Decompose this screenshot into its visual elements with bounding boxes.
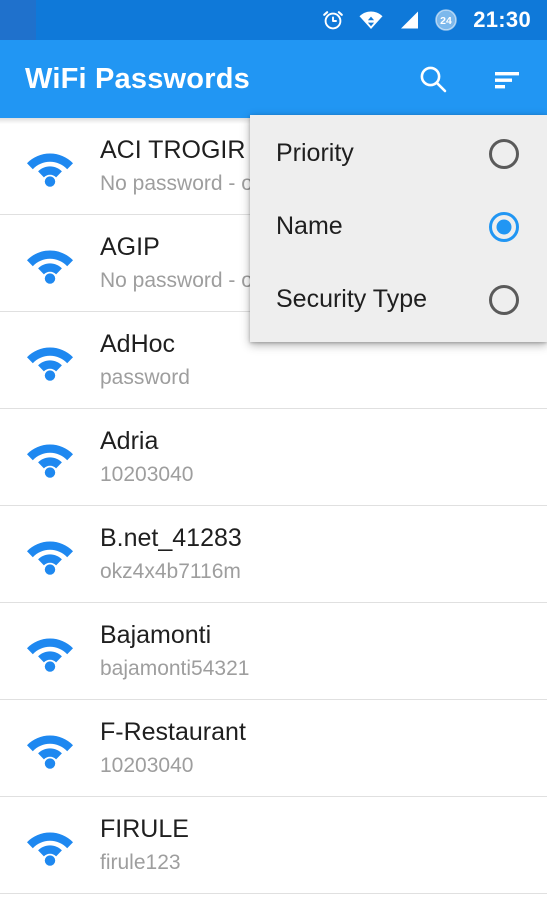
app-bar-actions: [413, 59, 527, 99]
wifi-network-icon: [0, 339, 100, 381]
sort-dropdown-menu[interactable]: Priority Name Security Type: [250, 115, 547, 342]
list-item-text: F-Restaurant 10203040: [100, 718, 254, 778]
page-title: WiFi Passwords: [25, 62, 250, 95]
search-button[interactable]: [413, 59, 453, 99]
network-ssid: Adria: [100, 426, 159, 455]
list-item[interactable]: Adria 10203040: [0, 409, 547, 506]
list-item-text: Adria 10203040: [100, 427, 201, 487]
network-ssid: FIRULE: [100, 814, 189, 843]
sort-icon: [490, 62, 524, 96]
network-password: No password - o: [100, 171, 253, 195]
wifi-network-icon: [0, 242, 100, 284]
network-password: 10203040: [100, 753, 194, 777]
sort-button[interactable]: [487, 59, 527, 99]
wifi-network-icon: [0, 533, 100, 575]
network-password: bajamonti54321: [100, 656, 250, 680]
list-item[interactable]: Bajamonti bajamonti54321: [0, 603, 547, 700]
status-bar-clock: 21:30: [473, 7, 531, 32]
wifi-network-icon: [0, 436, 100, 478]
status-bar: 24 21:30: [0, 0, 547, 40]
sort-option-label: Priority: [276, 139, 354, 167]
network-password: 10203040: [100, 462, 194, 486]
radio-button-priority[interactable]: [489, 138, 519, 169]
status-bar-icons: 24 21:30: [321, 8, 531, 32]
network-password: No password - o: [100, 268, 253, 292]
wifi-icon: [358, 8, 384, 32]
sort-option-name[interactable]: Name: [250, 190, 547, 263]
radio-button-name[interactable]: [489, 211, 519, 242]
list-item[interactable]: B.net_41283 okz4x4b7116m: [0, 506, 547, 603]
network-ssid: ACI TROGIR: [100, 135, 246, 164]
24-hour-badge-icon: 24: [434, 8, 458, 32]
app-bar: WiFi Passwords: [0, 40, 547, 118]
status-bar-left-region: [0, 0, 36, 40]
wifi-network-icon: [0, 145, 100, 187]
network-ssid: AdHoc: [100, 329, 176, 358]
network-password: password: [100, 365, 190, 389]
network-ssid: B.net_41283: [100, 523, 242, 552]
alarm-icon: [321, 8, 345, 32]
list-item-text: B.net_41283 okz4x4b7116m: [100, 524, 250, 584]
sort-option-label: Name: [276, 212, 343, 240]
network-ssid: AGIP: [100, 232, 160, 261]
sort-option-priority[interactable]: Priority: [250, 117, 547, 190]
app-screen: 24 21:30 WiFi Passwords ACI TROGIR No pa…: [0, 0, 547, 900]
network-password: okz4x4b7116m: [100, 559, 241, 583]
list-item-text: Bajamonti bajamonti54321: [100, 621, 257, 681]
cellular-signal-icon: [397, 8, 421, 32]
list-item-text: ACI TROGIR No password - o: [100, 136, 261, 196]
list-item[interactable]: F-Restaurant 10203040: [0, 700, 547, 797]
list-item-text: FIRULE firule123: [100, 815, 197, 875]
list-item[interactable]: FIRULE firule123: [0, 797, 547, 894]
search-icon: [416, 62, 450, 96]
sort-option-label: Security Type: [276, 285, 428, 313]
sort-option-security-type[interactable]: Security Type: [250, 263, 547, 336]
list-item-text: AGIP No password - o: [100, 233, 261, 293]
radio-button-security-type[interactable]: [489, 284, 519, 315]
wifi-network-icon: [0, 824, 100, 866]
list-item-text: AdHoc password: [100, 330, 198, 390]
network-password: firule123: [100, 850, 181, 874]
wifi-network-icon: [0, 630, 100, 672]
network-ssid: F-Restaurant: [100, 717, 246, 746]
network-ssid: Bajamonti: [100, 620, 212, 649]
svg-text:24: 24: [440, 15, 452, 27]
wifi-network-icon: [0, 727, 100, 769]
